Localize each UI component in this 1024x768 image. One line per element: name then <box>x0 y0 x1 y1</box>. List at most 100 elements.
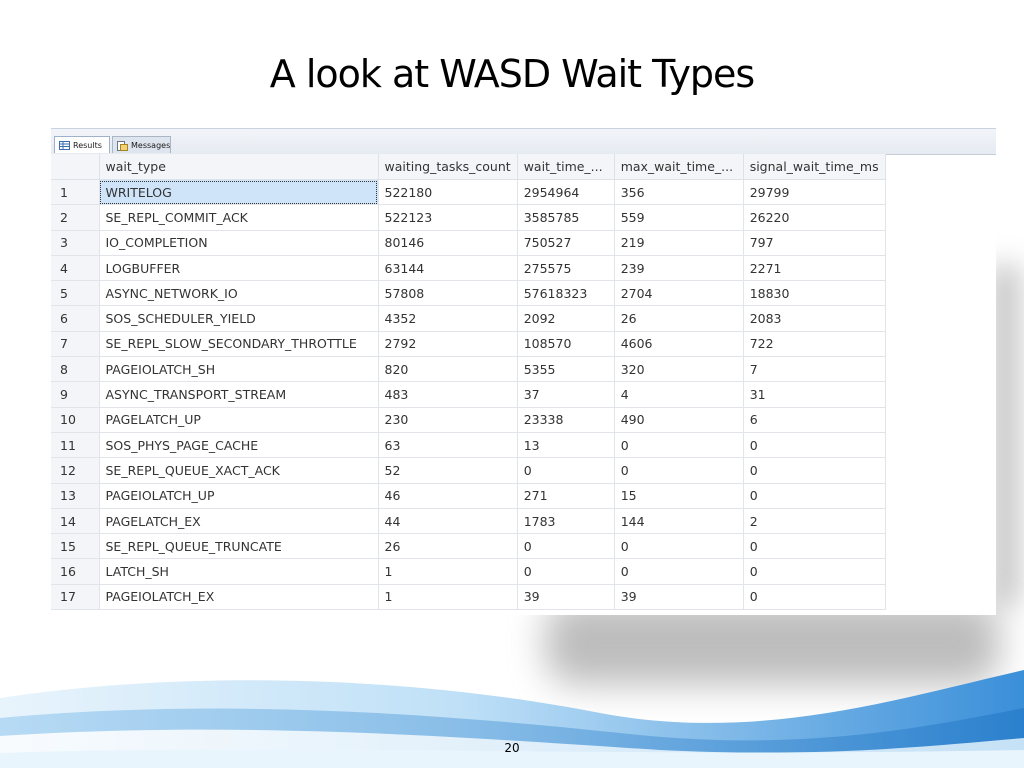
grid-cell[interactable]: 2792 <box>378 331 518 358</box>
grid-cell[interactable]: 31 <box>743 381 886 408</box>
table-row[interactable]: 4 LOGBUFFER 63144 275575 239 2271 <box>51 255 886 282</box>
grid-cell[interactable]: 275575 <box>517 255 615 282</box>
grid-cell[interactable]: ASYNC_NETWORK_IO <box>99 280 379 307</box>
grid-cell[interactable]: 26220 <box>743 204 886 231</box>
row-number[interactable]: 10 <box>51 407 100 433</box>
grid-cell[interactable]: 0 <box>743 432 886 459</box>
grid-cell[interactable]: 0 <box>517 533 615 560</box>
grid-cell[interactable]: 57808 <box>378 280 518 307</box>
row-number[interactable]: 16 <box>51 558 100 585</box>
grid-cell[interactable]: 2 <box>743 508 886 535</box>
grid-cell[interactable]: 2954964 <box>517 179 615 206</box>
grid-cell[interactable]: 559 <box>614 204 744 231</box>
table-row[interactable]: 12 SE_REPL_QUEUE_XACT_ACK 52 0 0 0 <box>51 457 886 484</box>
table-row[interactable]: 8 PAGEIOLATCH_SH 820 5355 320 7 <box>51 356 886 383</box>
row-number[interactable]: 1 <box>51 179 100 206</box>
row-number[interactable]: 2 <box>51 204 100 231</box>
grid-cell[interactable]: 4 <box>614 381 744 408</box>
row-number[interactable]: 14 <box>51 508 100 535</box>
grid-cell[interactable]: 1 <box>378 558 518 585</box>
table-row[interactable]: 13 PAGEIOLATCH_UP 46 271 15 0 <box>51 483 886 509</box>
grid-cell[interactable]: 722 <box>743 331 886 358</box>
grid-cell[interactable]: 39 <box>517 584 615 611</box>
grid-cell[interactable]: SOS_SCHEDULER_YIELD <box>99 305 379 332</box>
grid-cell[interactable]: 108570 <box>517 331 615 358</box>
grid-cell[interactable]: 2271 <box>743 255 886 282</box>
tab-results[interactable]: Results <box>54 136 110 153</box>
grid-cell[interactable]: 0 <box>517 457 615 484</box>
row-number[interactable]: 15 <box>51 533 100 560</box>
grid-cell[interactable]: 29799 <box>743 179 886 206</box>
grid-cell[interactable]: 1 <box>378 584 518 611</box>
grid-cell[interactable]: 0 <box>743 457 886 484</box>
grid-cell[interactable]: 39 <box>614 584 744 611</box>
row-number-header[interactable] <box>51 154 100 180</box>
column-header[interactable]: wait_type <box>99 154 379 180</box>
grid-cell[interactable]: 4606 <box>614 331 744 358</box>
row-number[interactable]: 8 <box>51 356 100 383</box>
table-row[interactable]: 3 IO_COMPLETION 80146 750527 219 797 <box>51 230 886 256</box>
grid-cell[interactable]: IO_COMPLETION <box>99 230 379 256</box>
grid-cell[interactable]: 15 <box>614 483 744 509</box>
grid-cell[interactable]: PAGELATCH_UP <box>99 407 379 433</box>
grid-cell[interactable]: 820 <box>378 356 518 383</box>
table-row[interactable]: 7 SE_REPL_SLOW_SECONDARY_THROTTLE 2792 1085… <box>51 331 886 358</box>
grid-cell[interactable]: 144 <box>614 508 744 535</box>
grid-cell[interactable]: 1783 <box>517 508 615 535</box>
row-number[interactable]: 13 <box>51 483 100 509</box>
row-number[interactable]: 4 <box>51 255 100 282</box>
grid-cell[interactable]: PAGELATCH_EX <box>99 508 379 535</box>
table-row[interactable]: 16 LATCH_SH 1 0 0 0 <box>51 558 886 585</box>
grid-cell[interactable]: 26 <box>378 533 518 560</box>
table-row[interactable]: 11 SOS_PHYS_PAGE_CACHE 63 13 0 0 <box>51 432 886 459</box>
grid-cell[interactable]: 0 <box>743 584 886 611</box>
row-number[interactable]: 6 <box>51 305 100 332</box>
grid-cell[interactable]: 271 <box>517 483 615 509</box>
grid-cell[interactable]: WRITELOG <box>99 179 379 206</box>
table-row[interactable]: 15 SE_REPL_QUEUE_TRUNCATE 26 0 0 0 <box>51 533 886 560</box>
grid-cell[interactable]: 63 <box>378 432 518 459</box>
grid-cell[interactable]: 6 <box>743 407 886 433</box>
grid-cell[interactable]: 2092 <box>517 305 615 332</box>
grid-cell[interactable]: 46 <box>378 483 518 509</box>
grid-cell[interactable]: 44 <box>378 508 518 535</box>
grid-cell[interactable]: 490 <box>614 407 744 433</box>
grid-cell[interactable]: 219 <box>614 230 744 256</box>
grid-cell[interactable]: 23338 <box>517 407 615 433</box>
grid-cell[interactable]: 0 <box>743 558 886 585</box>
grid-cell[interactable]: 4352 <box>378 305 518 332</box>
row-number[interactable]: 17 <box>51 584 100 611</box>
grid-cell[interactable]: 239 <box>614 255 744 282</box>
grid-cell[interactable]: PAGEIOLATCH_UP <box>99 483 379 509</box>
grid-cell[interactable]: 26 <box>614 305 744 332</box>
grid-cell[interactable]: 230 <box>378 407 518 433</box>
grid-cell[interactable]: 0 <box>517 558 615 585</box>
grid-cell[interactable]: 18830 <box>743 280 886 307</box>
grid-cell[interactable]: 356 <box>614 179 744 206</box>
grid-cell[interactable]: SE_REPL_QUEUE_XACT_ACK <box>99 457 379 484</box>
column-header[interactable]: max_wait_time_... <box>614 154 744 180</box>
grid-cell[interactable]: 2704 <box>614 280 744 307</box>
grid-cell[interactable]: 320 <box>614 356 744 383</box>
grid-cell[interactable]: 0 <box>743 483 886 509</box>
grid-cell[interactable]: LOGBUFFER <box>99 255 379 282</box>
grid-cell[interactable]: SE_REPL_SLOW_SECONDARY_THROTTLE <box>99 331 379 358</box>
grid-cell[interactable]: 3585785 <box>517 204 615 231</box>
grid-cell[interactable]: 0 <box>614 533 744 560</box>
grid-cell[interactable]: 522123 <box>378 204 518 231</box>
row-number[interactable]: 5 <box>51 280 100 307</box>
grid-cell[interactable]: 13 <box>517 432 615 459</box>
grid-cell[interactable]: 0 <box>614 432 744 459</box>
column-header[interactable]: wait_time_... <box>517 154 615 180</box>
grid-cell[interactable]: 7 <box>743 356 886 383</box>
table-row[interactable]: 5 ASYNC_NETWORK_IO 57808 57618323 2704 18830 <box>51 280 886 307</box>
grid-cell[interactable]: PAGEIOLATCH_SH <box>99 356 379 383</box>
grid-cell[interactable]: 5355 <box>517 356 615 383</box>
grid-cell[interactable]: 2083 <box>743 305 886 332</box>
table-row[interactable]: 10 PAGELATCH_UP 230 23338 490 6 <box>51 407 886 433</box>
grid-cell[interactable]: 750527 <box>517 230 615 256</box>
grid-cell[interactable]: 63144 <box>378 255 518 282</box>
grid-cell[interactable]: SE_REPL_COMMIT_ACK <box>99 204 379 231</box>
grid-cell[interactable]: ASYNC_TRANSPORT_STREAM <box>99 381 379 408</box>
grid-cell[interactable]: 483 <box>378 381 518 408</box>
